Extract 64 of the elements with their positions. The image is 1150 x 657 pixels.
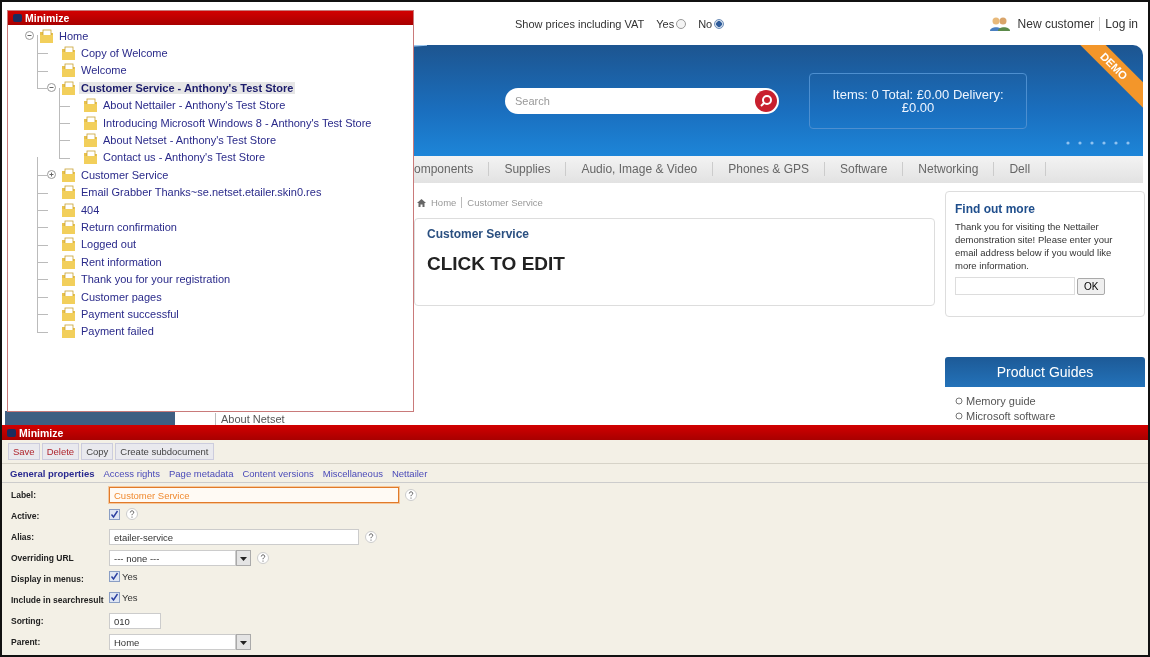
- nav-link[interactable]: Audio, Image & Video: [566, 162, 714, 177]
- properties-tab[interactable]: Page metadata: [169, 468, 234, 479]
- tree-item[interactable]: Payment failed: [79, 325, 156, 338]
- field-label: Label:: [11, 489, 38, 501]
- newsletter-title: Find out more: [955, 202, 1036, 216]
- tree-item[interactable]: Rent information: [79, 255, 164, 268]
- properties-tab[interactable]: General properties: [10, 468, 95, 479]
- tree-item[interactable]: Thank you for your registration: [79, 273, 233, 286]
- nav-link[interactable]: Software: [825, 162, 904, 177]
- tree-item[interactable]: Customer Service: [79, 168, 171, 181]
- ok-button[interactable]: OK: [1077, 277, 1106, 295]
- tree-item[interactable]: Logged out: [79, 238, 139, 251]
- field-label: Sorting:: [11, 615, 45, 627]
- tree-item[interactable]: Email Grabber Thanks~se.netset.etailer.skin0.res: [79, 186, 324, 199]
- field-label: Alias:: [11, 531, 36, 543]
- vat-label: Show prices including VAT: [515, 17, 645, 30]
- properties-tab[interactable]: Access rights: [103, 468, 160, 479]
- tree-item[interactable]: Payment successful: [79, 307, 181, 320]
- field-label: Overriding URL: [11, 552, 75, 564]
- nav-link[interactable]: Phones & GPS: [713, 162, 825, 177]
- guide-link[interactable]: Memory guide: [966, 395, 1036, 407]
- properties-tab[interactable]: Nettailer: [391, 468, 428, 479]
- tree-item[interactable]: Welcome: [79, 64, 129, 77]
- tree-item[interactable]: Home: [57, 29, 91, 42]
- toolbar-button[interactable]: Create subdocument: [115, 443, 214, 460]
- tree-item[interactable]: Customer pages: [79, 290, 164, 303]
- nav-link[interactable]: Networking: [903, 162, 995, 177]
- product-guides-header: Product Guides: [945, 357, 1145, 387]
- account-link[interactable]: Log in: [1099, 16, 1138, 31]
- properties-tab[interactable]: Miscellaneous: [322, 468, 383, 479]
- dropdown-field[interactable]: --- none ---: [109, 550, 236, 566]
- account-link[interactable]: New customer: [1017, 16, 1095, 31]
- cart-summary[interactable]: Items: 0 Total: £0.00 Delivery: £0.00: [809, 72, 1027, 129]
- vat-option-label: No: [698, 17, 713, 30]
- tree-item[interactable]: Return confirmation: [79, 221, 179, 233]
- checkbox-label: Yes: [122, 592, 138, 603]
- text-field[interactable]: etailer-service: [109, 529, 359, 545]
- field-label: Active:: [11, 510, 41, 522]
- toolbar-button[interactable]: Save: [8, 443, 40, 460]
- text-field[interactable]: 010: [109, 613, 161, 629]
- nav-link[interactable]: Supplies: [489, 162, 567, 177]
- checkbox-label: Yes: [122, 571, 138, 582]
- toolbar-button[interactable]: Delete: [41, 443, 80, 460]
- minimize-label[interactable]: Minimize: [19, 426, 64, 439]
- tree-item[interactable]: 404: [79, 203, 102, 216]
- minimize-label[interactable]: Minimize: [25, 12, 70, 24]
- field-label: Include in searchresult: [11, 594, 105, 606]
- tree-item[interactable]: About Netset - Anthony's Test Store: [101, 134, 279, 147]
- field-label: Parent:: [11, 636, 42, 648]
- tree-item[interactable]: Contact us - Anthony's Test Store: [101, 151, 268, 164]
- field-label: Display in menus:: [11, 573, 85, 585]
- vat-option-label: Yes: [656, 17, 675, 30]
- properties-tab[interactable]: Content versions: [242, 468, 314, 479]
- guide-link[interactable]: Microsoft software: [966, 410, 1056, 422]
- tree-item[interactable]: About Nettailer - Anthony's Test Store: [101, 99, 288, 112]
- dropdown-field[interactable]: Home: [109, 634, 236, 650]
- content-text[interactable]: CLICK TO EDIT: [427, 253, 922, 275]
- tree-item[interactable]: Customer Service - Anthony's Test Store: [79, 81, 296, 94]
- tree-item[interactable]: Introducing Microsoft Windows 8 - Anthony's Test Store: [101, 116, 374, 129]
- toolbar-button[interactable]: Copy: [81, 443, 114, 460]
- tree-item[interactable]: Copy of Welcome: [79, 47, 170, 60]
- newsletter-text: Thank you for visiting the Nettailer demonstration site! Please enter your email address below if you would like more information.: [955, 220, 1114, 272]
- nav-link[interactable]: Dell: [994, 162, 1047, 177]
- content-heading: Customer Service: [427, 227, 531, 241]
